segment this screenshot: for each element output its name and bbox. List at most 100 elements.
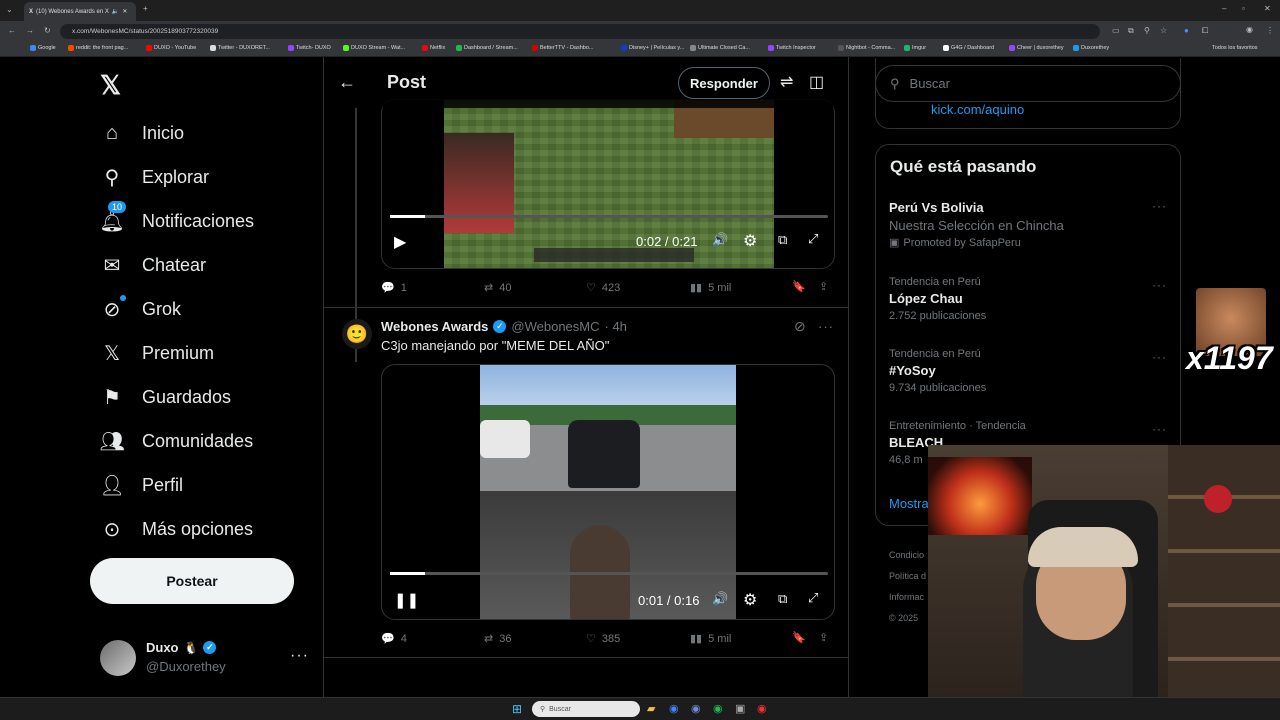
trend-more-icon[interactable]: ···	[1152, 199, 1167, 213]
tweet-more-icon[interactable]: ···	[818, 319, 834, 334]
sidebar-item-explorar[interactable]: ⚲ Explorar	[100, 159, 209, 195]
sidebar-item-guardados[interactable]: ⚑ Guardados	[100, 379, 231, 415]
cast-icon[interactable]: ▭	[1112, 26, 1120, 35]
search-input[interactable]: ⚲ Buscar	[875, 65, 1181, 102]
bookmark-item[interactable]: Ultimate Closed Ca...	[690, 45, 750, 51]
back-icon[interactable]: ←	[8, 26, 16, 35]
volume-icon[interactable]: 🔊	[712, 591, 728, 607]
share-action[interactable]: ⇪	[819, 631, 828, 644]
volume-icon[interactable]: 🔊	[712, 232, 728, 248]
browser-tab[interactable]: X (10) Webones Awards en X 🔈 ✕	[24, 2, 136, 21]
video-progress-bar[interactable]	[390, 572, 828, 575]
show-more-link[interactable]: Mostra	[889, 496, 929, 511]
sidebar-item-comunidades[interactable]: 👥︎ Comunidades	[99, 423, 253, 459]
extensions-puzzle-icon[interactable]: ⧠	[1202, 26, 1208, 36]
video-player[interactable]: ❚❚ 0:01 / 0:16 🔊 ⚙ ⧉ ⤢	[381, 364, 835, 620]
bookmark-item[interactable]: Disney+ | Películas y...	[621, 45, 684, 51]
profile-avatar-icon[interactable]: ◉	[1246, 25, 1253, 34]
video-player[interactable]: ▶ 0:02 / 0:21 🔊 ⚙ ⧉ ⤢	[381, 99, 835, 269]
windows-start-icon[interactable]: ⊞	[512, 702, 522, 716]
trend-more-icon[interactable]: ···	[1152, 350, 1167, 364]
sidebar-item-notificaciones[interactable]: 🔔︎ 10 Notificaciones	[99, 201, 254, 239]
all-bookmarks[interactable]: Todos los favoritos	[1212, 45, 1258, 51]
avatar[interactable]	[100, 640, 136, 676]
bookmark-item[interactable]: Twitch- DUXO	[288, 45, 331, 51]
extension-icon[interactable]: ●	[1184, 26, 1189, 35]
reply-action[interactable]: 💬 1	[381, 281, 407, 295]
account-menu-icon[interactable]: ···	[290, 647, 309, 665]
new-tab-icon[interactable]: +	[143, 4, 148, 13]
post-button[interactable]: Postear	[90, 558, 294, 604]
filter-icon[interactable]: ⇌	[780, 72, 793, 92]
spotify-icon[interactable]: ◉	[713, 702, 723, 715]
fullscreen-icon[interactable]: ⤢	[808, 231, 818, 247]
back-arrow-icon[interactable]: ←	[338, 72, 356, 93]
kick-link[interactable]: kick.com/aquino	[931, 102, 1024, 117]
pip-icon[interactable]: ⧉	[778, 591, 787, 607]
pip-icon[interactable]: ⧉	[778, 232, 787, 248]
tab-close-icon[interactable]: ✕	[122, 8, 127, 15]
bookmark-item[interactable]: Twitch Inspector	[768, 45, 816, 51]
chrome-menu-icon[interactable]: ⋮	[1266, 26, 1274, 35]
bookmark-item[interactable]: G4G / Dashboard	[943, 45, 994, 51]
trend-item[interactable]: Tendencia en Perú López Chau 2.752 publi…	[889, 276, 1159, 322]
bookmark-item[interactable]: Twitter - DUXORET...	[210, 45, 270, 51]
zoom-icon[interactable]: ⚲	[1144, 26, 1150, 35]
bookmark-item[interactable]: Duxorethey	[1073, 45, 1109, 51]
discord-icon[interactable]: ◉	[691, 702, 701, 715]
footer-link[interactable]: Condicio	[889, 545, 926, 566]
tweet-handle[interactable]: @WebonesMC	[511, 319, 599, 334]
trend-more-icon[interactable]: ···	[1152, 278, 1167, 292]
tab-search-icon[interactable]: ⌄	[6, 5, 13, 14]
forward-icon[interactable]: →	[26, 26, 34, 35]
bookmark-action[interactable]: 🔖	[792, 631, 806, 644]
views-action[interactable]: ▮▮ 5 mil	[690, 281, 731, 295]
bookmark-item[interactable]: Google	[30, 45, 56, 51]
video-progress-bar[interactable]	[390, 215, 828, 218]
sidebar-item-inicio[interactable]: ⌂ Inicio	[100, 115, 184, 151]
reader-view-icon[interactable]: ◫	[809, 72, 824, 92]
reply-button[interactable]: Responder	[678, 67, 770, 99]
webones-avatar[interactable]: 🙂	[342, 319, 372, 349]
sidebar-item-premium[interactable]: 𝕏 Premium	[100, 335, 214, 371]
bookmark-action[interactable]: 🔖	[792, 280, 806, 293]
trend-item-promoted[interactable]: Perú Vs Bolivia Nuestra Selección en Chi…	[889, 200, 1159, 249]
bookmark-item[interactable]: DUXO - YouTube	[146, 45, 196, 51]
file-explorer-icon[interactable]: ▰	[647, 702, 655, 715]
sidebar-item-perfil[interactable]: 👤︎ Perfil	[99, 467, 183, 503]
x-logo-icon[interactable]: 𝕏	[100, 70, 121, 101]
grok-icon[interactable]: ⊘	[794, 318, 806, 335]
app-icon[interactable]: ◉	[757, 702, 767, 715]
bookmark-item[interactable]: Imgur	[904, 45, 926, 51]
footer-link[interactable]: Informac	[889, 587, 926, 608]
tweet-author[interactable]: Webones Awards	[381, 319, 488, 334]
window-close-icon[interactable]: ✕	[1264, 4, 1271, 13]
star-icon[interactable]: ☆	[1160, 26, 1167, 35]
trend-more-icon[interactable]: ···	[1152, 422, 1167, 436]
translate-icon[interactable]: ⧉	[1128, 26, 1134, 36]
play-icon[interactable]: ▶	[394, 232, 406, 252]
minimize-icon[interactable]: –	[1222, 4, 1226, 13]
bookmark-item[interactable]: Netflix	[422, 45, 445, 51]
maximize-icon[interactable]: ▫	[1242, 4, 1245, 13]
tweet-time[interactable]: · 4h	[605, 319, 627, 334]
taskbar-search[interactable]: ⚲ Buscar	[532, 701, 640, 717]
app-icon[interactable]: ▣	[735, 702, 745, 715]
bookmark-item[interactable]: reddit: the front pag...	[68, 45, 128, 51]
like-action[interactable]: ♡ 423	[586, 281, 620, 295]
reload-icon[interactable]: ↻	[44, 26, 51, 35]
footer-link[interactable]: Política d	[889, 566, 926, 587]
bookmark-item[interactable]: Dashboard / Stream...	[456, 45, 518, 51]
bookmark-item[interactable]: Cheer | duxorethey	[1009, 45, 1064, 51]
reply-action[interactable]: 💬 4	[381, 632, 407, 646]
settings-icon[interactable]: ⚙	[743, 231, 757, 251]
sidebar-item-chatear[interactable]: ✉ Chatear	[100, 247, 206, 283]
fullscreen-icon[interactable]: ⤢	[808, 590, 818, 606]
url-input[interactable]: x.com/WebonesMC/status/20025189037723200…	[60, 24, 1100, 39]
bookmark-item[interactable]: BetterTTV - Dashbo...	[532, 45, 594, 51]
chrome-icon[interactable]: ◉	[669, 702, 679, 715]
trend-item[interactable]: Tendencia en Perú #YoSoy 9.734 publicaci…	[889, 348, 1159, 394]
views-action[interactable]: ▮▮ 5 mil	[690, 632, 731, 646]
settings-icon[interactable]: ⚙	[743, 590, 757, 610]
bookmark-item[interactable]: DUXO Stream - Wat...	[343, 45, 405, 51]
